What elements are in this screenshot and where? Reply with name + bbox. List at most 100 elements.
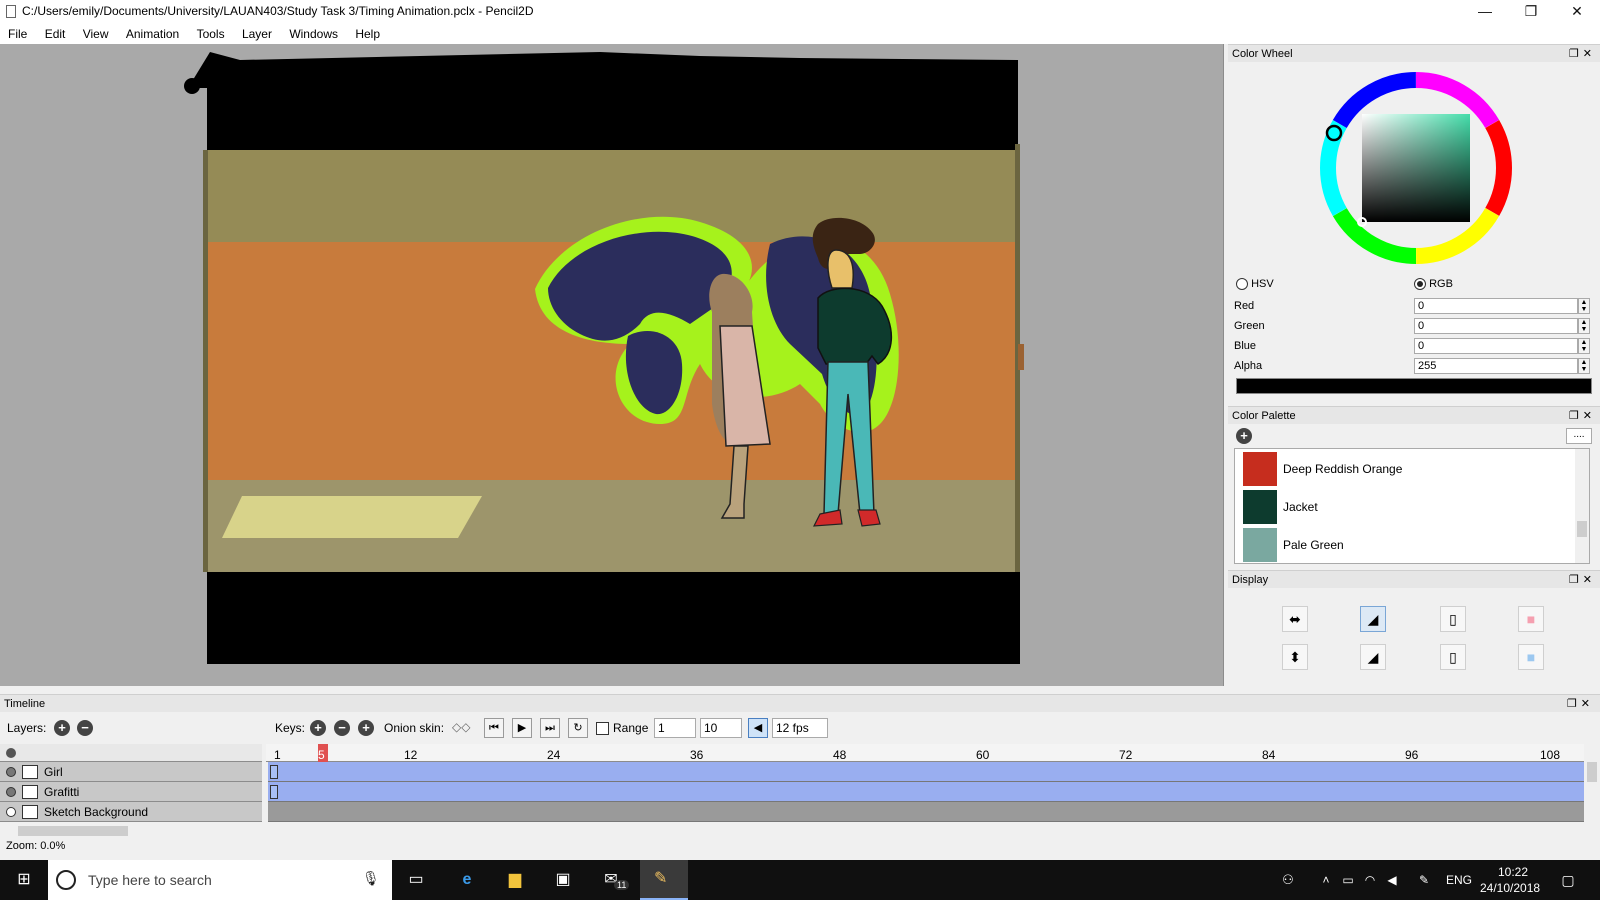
input-language[interactable]: ENG [1446,873,1472,887]
onion-skin-icon[interactable]: ◇◇ [452,720,470,734]
layer-track-girl[interactable] [268,762,1584,782]
keyframe[interactable] [270,785,278,799]
layer-track-sketch-background[interactable] [268,802,1584,822]
layers-hscroll-thumb[interactable] [18,826,128,836]
rgb-radio[interactable] [1414,278,1426,291]
sound-icon[interactable]: ◀ [748,718,768,738]
flip-vertical-icon[interactable]: ⬍ [1282,644,1308,670]
color-tint-blue-icon[interactable]: ■ [1518,644,1544,670]
edge-browser-icon[interactable]: e [455,868,479,892]
duplicate-key-icon[interactable]: + [358,720,374,736]
menu-animation[interactable]: Animation [120,24,185,41]
task-view-icon[interactable]: ▭ [404,868,428,892]
windows-start-icon[interactable]: ⊞ [12,868,36,892]
skip-forward-icon[interactable]: ⏭ [540,718,560,738]
menu-windows[interactable]: Windows [283,24,344,41]
range-label: Range [613,721,649,735]
hsv-option[interactable]: HSV [1236,278,1274,291]
layer-visibility-icon[interactable] [6,767,16,777]
volume-icon[interactable]: ◀ [1380,868,1404,892]
onion-next-icon[interactable]: ▯ [1440,644,1466,670]
timeline-vertical-scrollbar[interactable] [1584,744,1600,822]
range-start-field[interactable]: 1 [654,718,696,738]
menu-help[interactable]: Help [349,24,386,41]
palette-item[interactable]: Jacket [1243,489,1577,525]
layer-row-sketch-background[interactable]: Sketch Background [0,802,262,822]
panel-float-close-icons[interactable]: ❐✕ [1569,409,1596,422]
add-key-icon[interactable]: + [310,720,326,736]
play-icon[interactable]: ▶ [512,718,532,738]
red-spinner[interactable]: ▲ ▼ [1578,298,1590,314]
microphone-icon[interactable]: 🎙 [362,870,380,887]
maximize-button[interactable]: ❐ [1508,0,1554,24]
layer-row-grafitti[interactable]: Grafitti [0,782,262,802]
red-field[interactable]: 0 [1414,298,1578,314]
battery-icon[interactable]: ▭ [1336,868,1360,892]
range-checkbox[interactable] [596,722,609,735]
flip-horizontal-icon[interactable]: ⬌ [1282,606,1308,632]
clock-time[interactable]: 10:22 [1498,865,1528,879]
menu-tools[interactable]: Tools [191,24,231,41]
clock-date[interactable]: 24/10/2018 [1480,881,1540,895]
layer-row-girl[interactable]: Girl [0,762,262,782]
palette-scroll-thumb[interactable] [1577,521,1587,537]
display-panel-title: Display ❐✕ [1228,570,1600,588]
timeline-ruler[interactable]: 1 5 12 24 36 48 60 72 84 96 108 [266,744,1586,762]
fps-field[interactable]: 12 fps [772,718,828,738]
panel-float-close-icons[interactable]: ❐✕ [1569,47,1596,60]
panel-float-close-icons[interactable]: ❐✕ [1569,573,1596,586]
outline-icon[interactable]: ◢ [1360,606,1386,632]
palette-scrollbar[interactable] [1575,449,1589,563]
layers-horizontal-scrollbar[interactable] [4,824,260,838]
keyframe[interactable] [270,765,278,779]
remove-layer-icon[interactable]: − [77,720,93,736]
pen-workspace-icon[interactable]: ✎ [1412,868,1436,892]
cortana-icon [56,870,76,890]
drawing-canvas[interactable] [0,44,1224,686]
layer-visibility-icon[interactable] [6,807,16,817]
alpha-spinner[interactable]: ▲ ▼ [1578,358,1590,374]
add-layer-icon[interactable]: + [54,720,70,736]
onion-prev-icon[interactable]: ▯ [1440,606,1466,632]
layer-visibility-icon[interactable] [6,787,16,797]
blue-field[interactable]: 0 [1414,338,1578,354]
alpha-field[interactable]: 255 [1414,358,1578,374]
menu-file[interactable]: File [2,24,33,41]
current-color-swatch [1236,378,1592,394]
hsv-radio[interactable] [1236,278,1248,291]
thin-lines-icon[interactable]: ◢ [1360,644,1386,670]
loop-icon[interactable]: ↻ [568,718,588,738]
people-icon[interactable]: ⚇ [1276,868,1300,892]
skip-back-icon[interactable]: ⏮ [484,718,504,738]
show-hidden-icons-icon[interactable]: ˄ [1314,868,1338,892]
store-icon[interactable]: ▣ [551,868,575,892]
blue-spinner[interactable]: ▲ ▼ [1578,338,1590,354]
menu-edit[interactable]: Edit [39,24,72,41]
pencil2d-taskbar-button[interactable]: ✎ [640,860,688,900]
taskbar-search[interactable]: Type here to search 🎙 [48,860,392,900]
green-spinner[interactable]: ▲ ▼ [1578,318,1590,334]
add-color-icon[interactable]: + [1236,428,1252,444]
green-field[interactable]: 0 [1414,318,1578,334]
menu-layer[interactable]: Layer [236,24,278,41]
green-row: Green 0 ▲ ▼ [1234,318,1594,336]
color-wheel[interactable] [1316,68,1516,268]
rgb-option[interactable]: RGB [1414,278,1453,291]
layer-track-grafitti[interactable] [268,782,1584,802]
color-tint-red-icon[interactable]: ■ [1518,606,1544,632]
file-explorer-icon[interactable]: ▆ [503,868,527,892]
palette-item[interactable]: Pale Green [1243,527,1577,563]
visibility-all-icon[interactable] [6,748,16,758]
minimize-button[interactable]: — [1462,0,1508,24]
menu-view[interactable]: View [77,24,115,41]
palette-swatch [1243,490,1277,524]
action-center-icon[interactable]: ▢ [1556,868,1580,892]
palette-menu-button[interactable]: .... [1566,428,1592,444]
close-button[interactable]: ✕ [1554,0,1600,24]
panel-float-close-icons[interactable]: ❐✕ [1567,697,1594,710]
palette-item[interactable]: Deep Reddish Orange [1243,451,1577,487]
timeline-vscroll-thumb[interactable] [1587,762,1597,782]
remove-key-icon[interactable]: − [334,720,350,736]
range-end-field[interactable]: 10 [700,718,742,738]
wifi-icon[interactable]: ◠ [1358,868,1382,892]
